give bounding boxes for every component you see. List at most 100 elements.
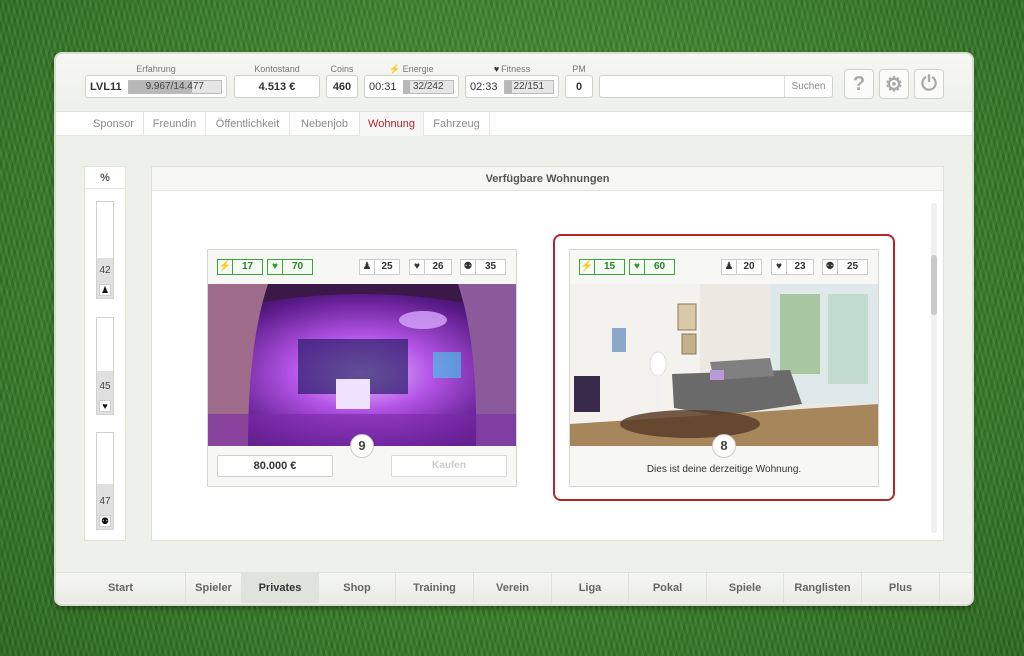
help-icon: ? [852,72,866,95]
nav-liga[interactable]: Liga [552,573,629,603]
header-bar: Erfahrung LVL11 9.967/14.477 Kontostand … [56,54,972,112]
energy-value: 15 [603,261,616,272]
nav-verein[interactable]: Verein [474,573,552,603]
energy-chip: ⚡ 17 [217,259,263,275]
heartbeat-icon: ♥ [630,260,645,274]
percent-header: % [85,167,125,189]
coins-label: Coins [330,64,354,74]
couple-value: 25 [846,261,859,272]
fitness-label-row: ♥ Fitness [465,64,559,75]
fitness-chip: ♥ 70 [267,259,313,275]
nav-ranglisten[interactable]: Ranglisten [784,573,862,603]
nav-privates[interactable]: Privates [242,573,319,603]
nav-spieler[interactable]: Spieler [186,573,242,603]
fitness-chip: ♥ 60 [629,259,675,275]
energy-label-row: ⚡ Energie [364,64,459,75]
lightning-icon: ⚡ [218,260,233,274]
scrollbar[interactable] [931,203,937,533]
tab-nebenjob[interactable]: Nebenjob [290,112,360,136]
energy-chip: ⚡ 15 [579,259,625,275]
experience-bar: 9.967/14.477 [127,79,222,94]
couple-chip: ⚉ 35 [460,259,506,275]
level-value: LVL11 [90,80,122,93]
settings-button[interactable]: ⚙ [879,69,909,99]
fitness-stat: ♥ Fitness 02:33 22/151 [465,64,559,98]
nav-training[interactable]: Training [396,573,474,603]
experience-label: Erfahrung [136,64,176,74]
sub-navigation: Sponsor Freundin Öffentlichkeit Nebenjob… [56,112,972,136]
coins-stat: Coins 460 [326,64,358,98]
tab-sponsor[interactable]: Sponsor [84,112,144,136]
power-icon: ⏻ [921,72,937,95]
balance-stat: Kontostand 4.513 € [234,64,320,98]
apartment-stats: ⚡ 15 ♥ 60 ♟ 20 ♥ 23 ⚉ 25 [570,259,878,275]
fitness-value: 60 [653,261,666,272]
panel-title: Verfügbare Wohnungen [152,167,943,191]
balance-box: 4.513 € [234,75,320,98]
pm-value: 0 [575,80,583,93]
nav-shop[interactable]: Shop [319,573,396,603]
fitness-text: 22/151 [513,80,545,92]
energy-label: Energie [402,64,434,74]
attribute-value: 47 [99,496,111,507]
energy-bar: 32/242 [402,79,454,94]
club-interior-image [208,284,516,446]
search-button[interactable]: Suchen [784,76,832,97]
buy-button[interactable]: Kaufen [391,455,507,477]
heartbeat-icon: ♥ [268,260,283,274]
person-icon: ♟ [99,284,111,296]
lightning-icon: ⚡ [580,260,595,274]
experience-stat: Erfahrung LVL11 9.967/14.477 [85,64,227,98]
attribute-bar-hearts: 45 ♥ [96,317,114,415]
energy-box: 00:31 32/242 [364,75,459,98]
apartment-card: ⚡ 17 ♥ 70 ♟ 25 ♥ 26 ⚉ 35 9 80.000 € Kauf… [207,249,517,487]
hearts-chip: ♥ 23 [771,259,814,275]
logout-button[interactable]: ⏻ [914,69,944,99]
person-icon: ♟ [360,260,375,274]
search-input[interactable] [600,76,784,97]
gear-icon: ⚙ [885,73,903,96]
tab-wohnung[interactable]: Wohnung [360,112,424,136]
person-chip: ♟ 25 [359,259,400,275]
apartment-number: 9 [350,434,374,458]
heartbeat-icon: ♥ [493,64,500,74]
main-navigation: Start Spieler Privates Shop Training Ver… [56,572,972,603]
energy-timer: 00:31 [369,80,397,93]
fitness-value: 70 [291,261,304,272]
apartments-panel: Verfügbare Wohnungen ⚡ 17 ♥ 70 ♟ 25 ♥ 26… [151,166,944,541]
couple-icon: ⚉ [823,260,838,274]
scrollbar-thumb[interactable] [931,255,937,315]
help-button[interactable]: ? [844,69,874,99]
hearts-chip: ♥ 26 [409,259,452,275]
energy-stat: ⚡ Energie 00:31 32/242 [364,64,459,98]
tab-freundin[interactable]: Freundin [144,112,206,136]
couple-chip: ⚉ 25 [822,259,868,275]
game-window: Erfahrung LVL11 9.967/14.477 Kontostand … [56,54,972,604]
person-chip: ♟ 20 [721,259,762,275]
attribute-bar-person: 42 ♟ [96,201,114,299]
pm-stat: PM 0 [565,64,593,98]
person-value: 25 [381,261,393,272]
tab-oeffentlichkeit[interactable]: Öffentlichkeit [206,112,290,136]
coins-value: 460 [332,80,352,93]
apartment-photo-club [208,284,516,446]
hearts-icon: ♥ [410,260,425,274]
search-box: Suchen [599,75,833,98]
nav-spiele[interactable]: Spiele [707,573,784,603]
pm-box[interactable]: 0 [565,75,593,98]
nav-start[interactable]: Start [56,573,186,603]
hearts-icon: ♥ [99,400,111,412]
nav-pokal[interactable]: Pokal [629,573,707,603]
living-room-image [570,284,878,446]
energy-value: 17 [241,261,254,272]
experience-text: 9.967/14.477 [145,80,204,92]
couple-icon: ⚉ [99,515,111,527]
attribute-bar-couple: 47 ⚉ [96,432,114,530]
couple-value: 35 [484,261,497,272]
fitness-timer: 02:33 [470,80,498,93]
fitness-bar: 22/151 [503,79,554,94]
coins-box[interactable]: 460 [326,75,358,98]
hearts-value: 26 [432,261,444,272]
tab-fahrzeug[interactable]: Fahrzeug [424,112,490,136]
nav-plus[interactable]: Plus [862,573,940,603]
